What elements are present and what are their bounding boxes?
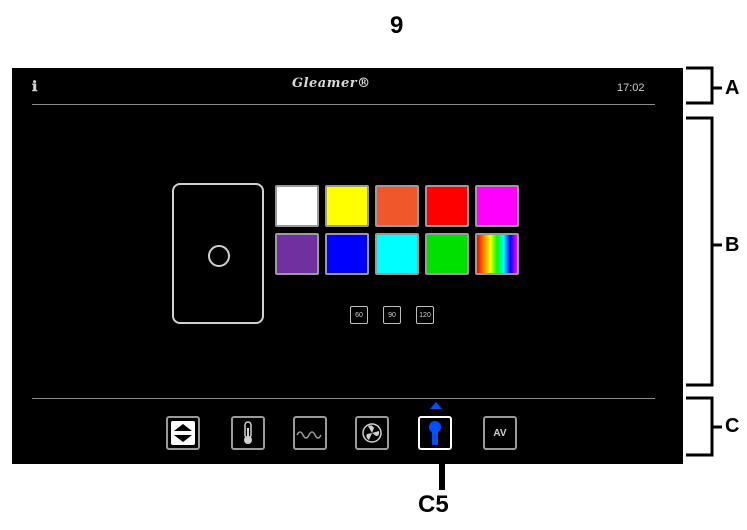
clock: 17:02 xyxy=(617,82,645,94)
device-screen: ℹ Gleamer® 17:02 60 90 120 AV xyxy=(12,68,683,464)
color-swatch[interactable] xyxy=(475,233,519,275)
tub-diagram xyxy=(172,183,264,324)
header-divider xyxy=(32,104,655,105)
wave-icon[interactable] xyxy=(293,416,327,450)
info-icon[interactable]: ℹ xyxy=(32,78,37,95)
callout-b-label: B xyxy=(725,234,740,256)
active-indicator xyxy=(430,402,442,409)
speed-button[interactable]: 60 xyxy=(350,306,368,324)
av-label: AV xyxy=(493,427,507,439)
speed-button[interactable]: 90 xyxy=(383,306,401,324)
thermometer-icon[interactable] xyxy=(231,416,265,450)
color-swatch[interactable] xyxy=(425,185,469,227)
callout-c5-label: C5 xyxy=(418,491,449,518)
speed-button[interactable]: 120 xyxy=(416,306,434,324)
av-icon[interactable]: AV xyxy=(483,416,517,450)
color-swatch[interactable] xyxy=(425,233,469,275)
color-swatch[interactable] xyxy=(325,185,369,227)
fan-icon[interactable] xyxy=(355,416,389,450)
color-swatch[interactable] xyxy=(475,185,519,227)
light-icon[interactable] xyxy=(418,416,452,450)
color-swatch[interactable] xyxy=(375,233,419,275)
callout-c-label: C xyxy=(725,415,740,437)
callout-a-label: A xyxy=(725,77,740,99)
power-icon[interactable] xyxy=(208,245,230,267)
up-down-arrows-icon[interactable] xyxy=(166,416,200,450)
color-swatch[interactable] xyxy=(325,233,369,275)
color-swatch[interactable] xyxy=(375,185,419,227)
brand-logo: Gleamer® xyxy=(292,76,371,91)
nav-divider xyxy=(32,398,655,399)
color-swatch[interactable] xyxy=(275,185,319,227)
color-swatch[interactable] xyxy=(275,233,319,275)
